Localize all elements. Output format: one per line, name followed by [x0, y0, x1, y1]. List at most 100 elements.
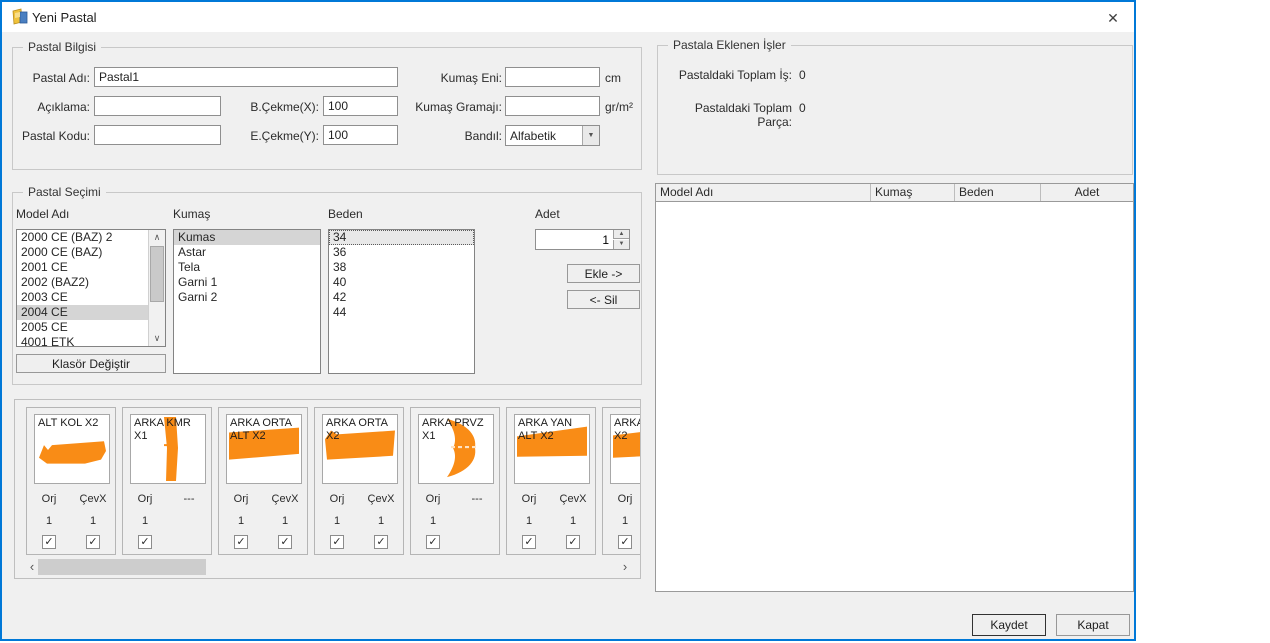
- list-item-selected[interactable]: 2004 CE: [17, 305, 148, 320]
- list-item[interactable]: 4001 ETK: [17, 335, 148, 347]
- cev-count: 1: [551, 515, 595, 527]
- piece-thumbnail[interactable]: ARKA ORTAALT X2: [226, 414, 302, 484]
- orj-checkbox[interactable]: ✓: [618, 535, 632, 549]
- pastal-kodu-input[interactable]: [94, 125, 221, 145]
- piece-name: ARKA KMR X1: [131, 415, 205, 443]
- jobs-table: Model Adı Kumaş Beden Adet: [655, 183, 1134, 592]
- scrollbar-thumb[interactable]: [150, 246, 164, 302]
- scroll-left-icon[interactable]: ‹: [25, 559, 39, 575]
- list-item[interactable]: Tela: [174, 260, 320, 275]
- orj-count: 1: [123, 515, 167, 527]
- list-item[interactable]: 2000 CE (BAZ): [17, 245, 148, 260]
- orj-checkbox[interactable]: ✓: [330, 535, 344, 549]
- pastal-adi-input[interactable]: [94, 67, 398, 87]
- list-item[interactable]: Garni 2: [174, 290, 320, 305]
- list-item[interactable]: 2001 CE: [17, 260, 148, 275]
- klasor-degistir-button[interactable]: Klasör Değiştir: [16, 354, 166, 373]
- cev-checkbox[interactable]: ✓: [374, 535, 388, 549]
- kumas-eni-unit: cm: [605, 71, 621, 85]
- cev-checkbox[interactable]: ✓: [86, 535, 100, 549]
- aciklama-input[interactable]: [94, 96, 221, 116]
- orj-count: 1: [603, 515, 641, 527]
- col-header-kumas[interactable]: Kumaş: [871, 184, 955, 201]
- spin-down-icon[interactable]: ▼: [613, 240, 629, 249]
- col-header-adet[interactable]: Adet: [1041, 184, 1133, 201]
- cev-count: [455, 515, 499, 527]
- kumas-eni-input[interactable]: [505, 67, 600, 87]
- piece-name: ALT KOL X2: [35, 415, 109, 430]
- kumas-gramaji-unit: gr/m²: [605, 100, 633, 114]
- close-icon[interactable]: ✕: [1098, 6, 1128, 30]
- check-icon: ✓: [524, 536, 533, 548]
- cev-checkbox[interactable]: ✓: [566, 535, 580, 549]
- beden-listbox: 34 36 38 40 42 44: [328, 229, 475, 374]
- scroll-right-icon[interactable]: ›: [618, 559, 632, 575]
- piece-thumbnail[interactable]: ARKAX2: [610, 414, 641, 484]
- list-item[interactable]: 40: [329, 275, 474, 290]
- orj-checkbox[interactable]: ✓: [42, 535, 56, 549]
- piece-thumbnail[interactable]: ALT KOL X2: [34, 414, 110, 484]
- bandil-selected-value: Alfabetik: [510, 129, 556, 143]
- carousel-scrollbar[interactable]: ‹ ›: [25, 559, 632, 575]
- scroll-down-icon[interactable]: ∨: [149, 331, 165, 346]
- spin-up-icon[interactable]: ▲: [613, 230, 629, 239]
- kumas-gramaji-input[interactable]: [505, 96, 600, 116]
- pastal-secimi-legend: Pastal Seçimi: [23, 185, 106, 199]
- orj-count: 1: [411, 515, 455, 527]
- pieces-carousel: ALT KOL X2 OrjÇevX 11 ✓ ✓ ARKA KMR X1 Or…: [14, 399, 641, 579]
- list-item-selected[interactable]: Kumas: [174, 230, 320, 245]
- e-cekme-input[interactable]: [323, 125, 398, 145]
- piece-thumbnail[interactable]: ARKA PRVZX1: [418, 414, 494, 484]
- cev-label: ---: [167, 493, 211, 505]
- list-item[interactable]: 42: [329, 290, 474, 305]
- piece-name: ARKA ORTAALT X2: [227, 415, 301, 443]
- orj-checkbox[interactable]: ✓: [522, 535, 536, 549]
- col-header-beden[interactable]: Beden: [955, 184, 1041, 201]
- kumas-gramaji-label: Kumaş Gramajı:: [392, 100, 502, 114]
- piece-thumbnail[interactable]: ARKA YANALT X2: [514, 414, 590, 484]
- check-icon: ✓: [620, 536, 629, 548]
- cev-count: [167, 515, 211, 527]
- ekle-button[interactable]: Ekle ->: [567, 264, 640, 283]
- check-icon: ✓: [280, 536, 289, 548]
- list-item-selected[interactable]: 34: [329, 230, 474, 245]
- list-item[interactable]: 44: [329, 305, 474, 320]
- sil-button[interactable]: <- Sil: [567, 290, 640, 309]
- orj-checkbox[interactable]: ✓: [426, 535, 440, 549]
- pastal-kodu-label: Pastal Kodu:: [12, 129, 90, 143]
- orj-label: Orj: [219, 493, 263, 505]
- beden-list-header: Beden: [328, 207, 363, 221]
- kapat-button[interactable]: Kapat: [1056, 614, 1130, 636]
- bandil-select[interactable]: Alfabetik ▼: [505, 125, 600, 146]
- list-item[interactable]: Garni 1: [174, 275, 320, 290]
- b-cekme-input[interactable]: [323, 96, 398, 116]
- kaydet-button[interactable]: Kaydet: [972, 614, 1046, 636]
- list-item[interactable]: Astar: [174, 245, 320, 260]
- list-item[interactable]: 36: [329, 245, 474, 260]
- chevron-down-icon[interactable]: ▼: [582, 126, 599, 145]
- orj-count: 1: [507, 515, 551, 527]
- list-item[interactable]: 38: [329, 260, 474, 275]
- cev-label: ÇevX: [71, 493, 115, 505]
- list-item[interactable]: 2005 CE: [17, 320, 148, 335]
- orj-checkbox[interactable]: ✓: [234, 535, 248, 549]
- kumas-list-header: Kumaş: [173, 207, 210, 221]
- model-list-scrollbar[interactable]: ∧ ∨: [148, 230, 165, 346]
- orj-checkbox[interactable]: ✓: [138, 535, 152, 549]
- list-item[interactable]: 2002 (BAZ2): [17, 275, 148, 290]
- pastal-adi-label: Pastal Adı:: [12, 71, 90, 85]
- check-icon: ✓: [236, 536, 245, 548]
- list-item[interactable]: 2003 CE: [17, 290, 148, 305]
- piece-thumbnail[interactable]: ARKA KMR X1: [130, 414, 206, 484]
- piece-thumbnail[interactable]: ARKA ORTAX2: [322, 414, 398, 484]
- bandil-label: Bandıl:: [432, 129, 502, 143]
- list-item[interactable]: 2000 CE (BAZ) 2: [17, 230, 148, 245]
- orj-count: 1: [219, 515, 263, 527]
- scroll-up-icon[interactable]: ∧: [149, 230, 165, 245]
- adet-input[interactable]: [536, 230, 612, 249]
- col-header-model-adi[interactable]: Model Adı: [656, 184, 871, 201]
- scrollbar-thumb[interactable]: [38, 559, 206, 575]
- orj-label: Orj: [123, 493, 167, 505]
- cev-checkbox[interactable]: ✓: [278, 535, 292, 549]
- adet-spinner: ▲ ▼: [535, 229, 630, 250]
